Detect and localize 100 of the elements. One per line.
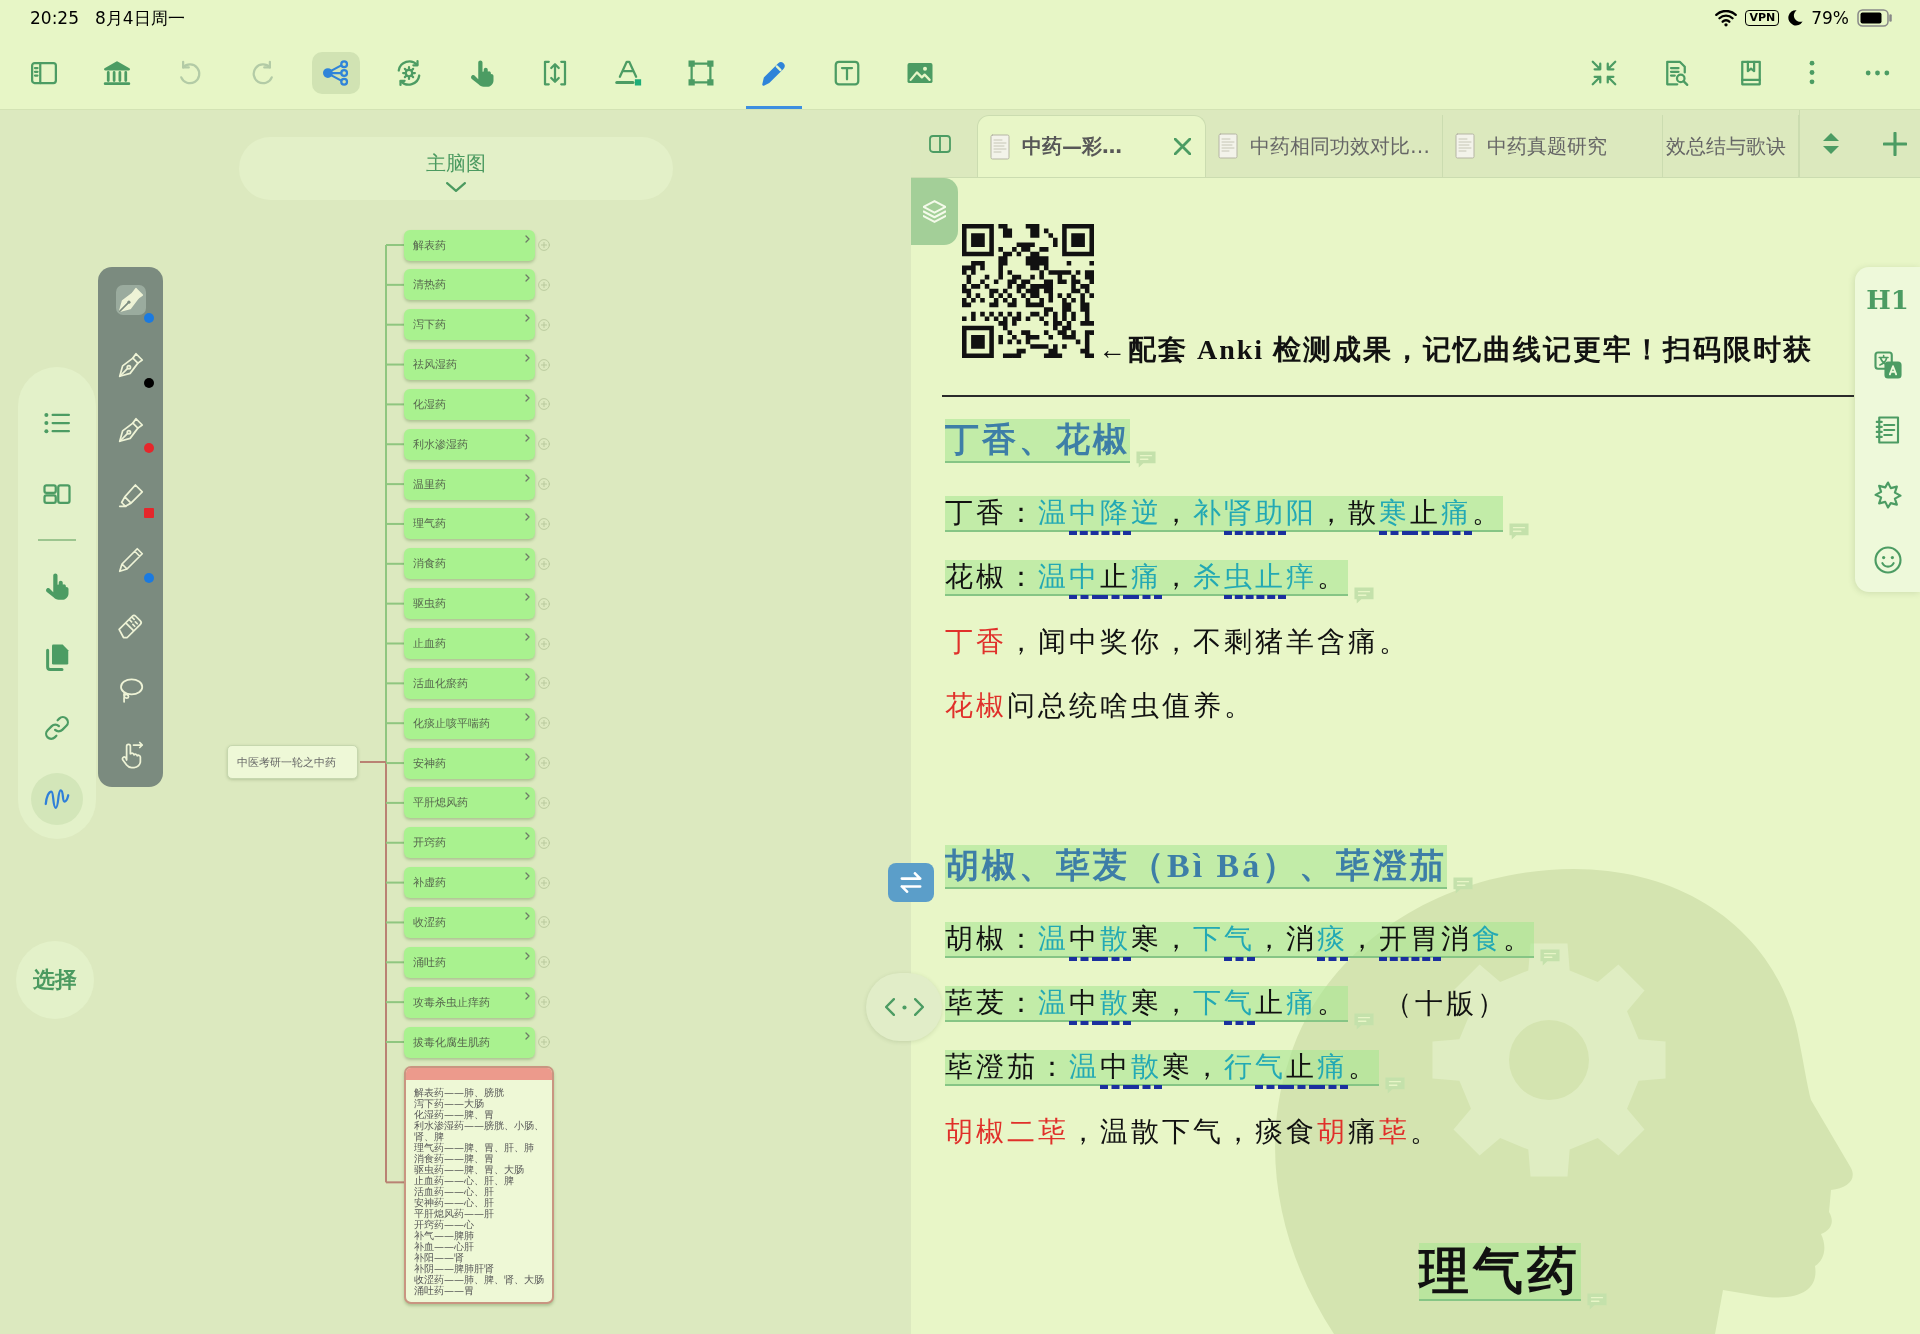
branch-line bbox=[386, 961, 404, 964]
section-heading: 胡椒、荜茇（Bì Bá）、荜澄茄 bbox=[945, 845, 1448, 889]
mindmap-selector[interactable]: 主脑图 bbox=[239, 137, 673, 200]
chevron-icon[interactable] bbox=[525, 274, 530, 283]
chevron-icon[interactable] bbox=[525, 672, 530, 681]
link-icon[interactable] bbox=[42, 713, 72, 743]
mindmap-node[interactable]: 开窍药 bbox=[404, 827, 535, 859]
note-line: 理气药——脾、胃、肝、肺 bbox=[414, 1142, 535, 1154]
note-line: 泻下药——大肠 bbox=[414, 1098, 484, 1110]
close-icon[interactable] bbox=[1174, 138, 1191, 155]
mindmap-node[interactable]: 祛风湿药 bbox=[404, 349, 535, 381]
mindmap-node[interactable]: 攻毒杀虫止痒药 bbox=[404, 986, 535, 1018]
note-line: 驱虫药——脾、胃、大肠 bbox=[414, 1164, 525, 1176]
more-icon[interactable] bbox=[1863, 68, 1891, 77]
mindmap-node[interactable]: 安神药 bbox=[404, 747, 535, 779]
note-line: 止血药——心、肝、脾 bbox=[414, 1175, 514, 1187]
branch-line bbox=[386, 642, 404, 645]
note-line: 补血——心肝 bbox=[414, 1241, 475, 1253]
note-line: 涌吐药——胃 bbox=[414, 1285, 475, 1297]
mindmap-node[interactable]: 收涩药 bbox=[404, 906, 535, 938]
battery-percent: 79% bbox=[1811, 8, 1849, 28]
heading-button[interactable]: H1 bbox=[1866, 284, 1909, 315]
chevron-icon[interactable] bbox=[525, 872, 530, 881]
mindmap-node[interactable]: 化痰止咳平喘药 bbox=[404, 707, 535, 739]
mindmap-node[interactable]: 清热药 bbox=[404, 269, 535, 301]
chevron-icon[interactable] bbox=[525, 234, 530, 243]
mindmap-node[interactable]: 补虚药 bbox=[404, 867, 535, 899]
branch-line bbox=[386, 562, 404, 565]
chevron-icon[interactable] bbox=[525, 553, 530, 562]
chevron-icon[interactable] bbox=[525, 911, 530, 920]
branch-line bbox=[386, 881, 404, 884]
fountain-pen-icon[interactable] bbox=[115, 284, 146, 315]
status-time: 20:25 bbox=[30, 8, 79, 28]
plus-icon[interactable] bbox=[1883, 131, 1907, 156]
document-thumbnail-icon bbox=[1218, 133, 1238, 159]
mindmap-icon[interactable] bbox=[311, 51, 360, 94]
branch-line bbox=[386, 443, 404, 446]
chevron-icon[interactable] bbox=[525, 314, 530, 323]
chevron-icon[interactable] bbox=[525, 393, 530, 402]
more-vertical-icon[interactable] bbox=[1808, 59, 1816, 86]
mindmap-node[interactable]: 涌吐药 bbox=[404, 946, 535, 978]
chevron-icon[interactable] bbox=[525, 633, 530, 641]
branch-line bbox=[386, 1181, 404, 1184]
chevron-down-icon[interactable] bbox=[446, 181, 466, 192]
branch-line bbox=[386, 483, 404, 486]
note-card[interactable]: 解表药——肺、膀胱 泻下药——大肠 化湿药——脾、胃 利水渗湿药——膀胱、小肠、肾、脾 理气药——脾、胃、肝、肺 消食药——脾、胃 驱虫药——脾、胃、大肠 止血药——心、肝、脾 活血药——心、肝 安神药——心、肝 平肝熄风药——肝 开窍药——心 补气——脾肺 补血——心肝 补阳——肾 补阴——脾肺肝肾 收涩药——肺、脾、肾、大肠 涌吐药——胃 bbox=[404, 1066, 554, 1305]
mindmap-node[interactable]: 平肝熄风药 bbox=[404, 787, 535, 819]
text-line: 花椒 问总统啥虫值养。 bbox=[945, 689, 1255, 723]
mindmap-node[interactable]: 理气药 bbox=[404, 508, 535, 540]
document-tab[interactable]: 中药—彩… bbox=[977, 115, 1206, 177]
star-burst-icon[interactable] bbox=[1872, 479, 1903, 510]
mindmap-node[interactable]: 消食药 bbox=[404, 548, 535, 580]
wifi-icon bbox=[1715, 9, 1738, 27]
chevron-icon[interactable] bbox=[525, 513, 530, 522]
branch-line bbox=[386, 522, 404, 525]
chevron-icon[interactable] bbox=[525, 473, 530, 482]
mindmap-node[interactable]: 化湿药 bbox=[404, 388, 535, 420]
mindmap-node[interactable]: 驱虫药 bbox=[404, 588, 535, 620]
note-line: 安神药——心、肝 bbox=[414, 1197, 495, 1209]
select-button[interactable]: 选择 bbox=[16, 941, 94, 1019]
text-line: 丁香，闻中奖你，不剩猪羊含痛。 bbox=[945, 625, 1410, 659]
note-line: 补气——脾肺 bbox=[414, 1230, 475, 1242]
chevron-icon[interactable] bbox=[525, 951, 530, 960]
root-node[interactable]: 中医考研一轮之中药 bbox=[227, 745, 358, 779]
chevron-icon[interactable] bbox=[525, 752, 530, 761]
page-title: 理气药 bbox=[1419, 1243, 1581, 1301]
document-thumbnail-icon bbox=[990, 133, 1010, 160]
mindmap-node[interactable]: 温里药 bbox=[404, 468, 535, 500]
vpn-badge: VPN bbox=[1745, 10, 1780, 26]
note-line: 补阳——肾 bbox=[414, 1252, 465, 1264]
root-connector-line bbox=[360, 761, 386, 763]
sort-arrows-icon[interactable] bbox=[1823, 133, 1839, 154]
chevron-icon[interactable] bbox=[525, 991, 530, 1000]
translate-icon[interactable] bbox=[1872, 349, 1903, 380]
chevron-icon[interactable] bbox=[525, 354, 530, 363]
mindmap-node[interactable]: 活血化瘀药 bbox=[404, 667, 535, 699]
chevron-icon[interactable] bbox=[525, 792, 530, 801]
chevron-icon[interactable] bbox=[525, 832, 530, 841]
mindmap-node[interactable]: 解表药 bbox=[404, 229, 535, 261]
mindmap-node[interactable]: 利水渗湿药 bbox=[404, 428, 535, 460]
branch-line bbox=[386, 1041, 404, 1043]
mindmap-node[interactable]: 泻下药 bbox=[404, 309, 535, 341]
section-heading: 丁香、花椒 bbox=[945, 419, 1130, 463]
layers-icon[interactable] bbox=[911, 178, 958, 245]
mindmap-node[interactable]: 止血药 bbox=[404, 628, 535, 659]
swap-arrows-icon[interactable] bbox=[888, 863, 934, 902]
chevron-icon[interactable] bbox=[525, 1031, 530, 1040]
chevron-icon[interactable] bbox=[525, 433, 530, 442]
branch-line bbox=[386, 283, 404, 286]
chevron-right-icon[interactable] bbox=[913, 998, 924, 1016]
document-tab[interactable]: 效总结与歌诀 bbox=[1663, 115, 1799, 177]
chevron-left-icon[interactable] bbox=[884, 998, 895, 1016]
branch-line bbox=[386, 244, 404, 246]
smiley-icon[interactable] bbox=[1872, 544, 1903, 575]
squiggle-icon[interactable] bbox=[31, 773, 83, 825]
note-line: 开窍药——心 bbox=[414, 1219, 475, 1231]
chevron-icon[interactable] bbox=[525, 593, 530, 602]
branch-line bbox=[386, 602, 404, 605]
mindmap-node[interactable]: 拔毒化腐生肌药 bbox=[404, 1026, 535, 1058]
chevron-icon[interactable] bbox=[525, 712, 530, 721]
